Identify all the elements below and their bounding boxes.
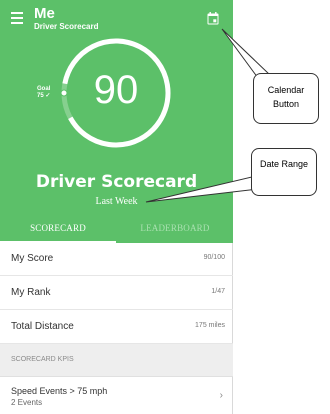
- date-range-callout: Date Range: [251, 148, 317, 196]
- tab-leaderboard[interactable]: LEADERBOARD: [117, 219, 233, 243]
- scorecard-title: Driver Scorecard: [35, 172, 198, 192]
- hamburger-menu-icon[interactable]: [11, 12, 23, 24]
- goal-value: 75 ✓: [37, 93, 51, 99]
- stat-row-total-distance: Total Distance 175 miles: [0, 311, 233, 344]
- goal-label-text: Goal: [37, 86, 51, 92]
- date-range-callout-text: Date Range: [259, 159, 309, 169]
- stat-value: 1/47: [211, 288, 225, 295]
- calendar-button-callout-text: Calendar Button: [267, 85, 305, 109]
- chevron-right-icon: ›: [219, 390, 223, 401]
- stat-value: 90/100: [203, 254, 225, 261]
- scorecard-header: Me Driver Scorecard 90 Goal 75 ✓ Driver …: [0, 0, 233, 243]
- kpi-count: 2 Events: [11, 398, 43, 407]
- tab-scorecard[interactable]: SCORECARD: [0, 219, 116, 243]
- stat-row-my-score: My Score 90/100: [0, 243, 233, 276]
- phone-screen: Me Driver Scorecard 90 Goal 75 ✓ Driver …: [0, 0, 233, 414]
- page-subtitle: Driver Scorecard: [34, 22, 99, 31]
- stat-label: My Score: [11, 253, 54, 264]
- date-range[interactable]: Last Week: [0, 196, 233, 207]
- stat-label: Total Distance: [11, 321, 74, 332]
- calendar-button-callout: Calendar Button: [253, 73, 319, 124]
- calendar-icon[interactable]: [207, 12, 219, 25]
- stat-label: My Rank: [11, 287, 51, 298]
- kpi-section-header: SCORECARD KPIS: [0, 344, 233, 377]
- tab-bar: SCORECARD LEADERBOARD: [0, 219, 233, 243]
- goal-label: Goal 75 ✓: [37, 86, 50, 100]
- kpi-section-title: SCORECARD KPIS: [11, 356, 74, 363]
- score-value: 90: [93, 68, 139, 112]
- page-title: Me: [34, 5, 55, 22]
- stat-value: 175 miles: [195, 322, 225, 329]
- stat-row-my-rank: My Rank 1/47: [0, 277, 233, 310]
- kpi-item-speed-events[interactable]: Speed Events > 75 mph 2 Events ›: [0, 378, 233, 414]
- kpi-name: Speed Events > 75 mph: [11, 386, 108, 396]
